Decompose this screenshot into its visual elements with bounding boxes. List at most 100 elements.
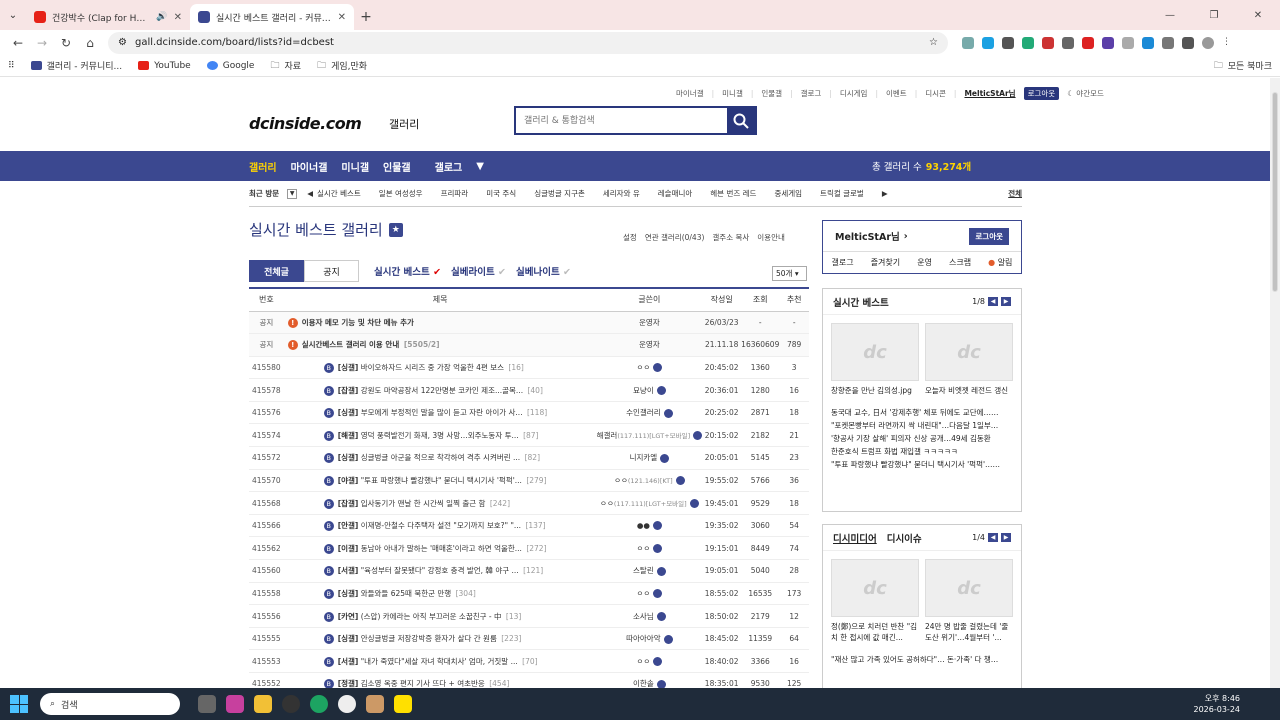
writer-name[interactable]: 소사님 xyxy=(633,612,654,621)
back-icon[interactable]: ← xyxy=(6,32,30,54)
comment-count[interactable]: [279] xyxy=(526,476,546,485)
copilot-icon[interactable] xyxy=(226,695,244,713)
tab-youtube[interactable]: 건강박수 (Clap for Health) 🔊 ✕ xyxy=(26,4,190,30)
thumbnail[interactable]: dc xyxy=(925,323,1013,381)
comment-count[interactable]: [87] xyxy=(523,431,538,440)
post-title[interactable]: 이재명-안철수 다주택자 설전 "모기까지 보호?" "... xyxy=(361,521,521,530)
table-row[interactable]: 415574 B [해갤] 영덕 풍력발전기 화재, 3명 사망…외주노동자 투..… xyxy=(249,423,809,448)
post-title[interactable]: 김소영 옥중 편지 기사 뜨다 + 여초반응 xyxy=(361,679,485,688)
user-menu[interactable]: MelticStAr님 xyxy=(964,88,1015,99)
tab-search-icon[interactable]: ⌄ xyxy=(0,0,26,30)
recent-item[interactable]: 트릭컬 글로벌 xyxy=(820,188,864,199)
nav-mini[interactable]: 미니갤 xyxy=(341,159,369,174)
download-icon[interactable] xyxy=(1142,36,1154,49)
app-icon[interactable] xyxy=(282,695,300,713)
table-row[interactable]: 415560 B [서갤] "육성부터 잘못됐다" 강정호 충격 발언, 韓 야구 … xyxy=(249,559,809,583)
top-link[interactable]: 디시콘 xyxy=(925,88,946,99)
search-button[interactable] xyxy=(727,108,755,133)
writer-name[interactable]: ㅇㅇ xyxy=(636,363,650,372)
writer-name[interactable]: 운영자 xyxy=(639,318,660,327)
chrome-icon[interactable] xyxy=(310,695,328,713)
table-row[interactable]: 415566 B [안갤] 이재명-안철수 다주택자 설전 "모기까지 보호?" "… xyxy=(249,514,809,538)
prev-arrow-icon[interactable]: ◀ xyxy=(988,297,998,306)
post-title[interactable]: 바이오하자드 시리즈 중 가장 억울한 4편 보스 xyxy=(361,363,504,372)
thumbnail[interactable]: dc xyxy=(831,323,919,381)
site-info-icon[interactable]: ⚙ xyxy=(118,37,127,48)
post-title[interactable]: "육성부터 잘못됐다" 강정호 충격 발언, 韓 야구 ... xyxy=(361,566,519,575)
reading-list-icon[interactable] xyxy=(1182,36,1194,49)
minimize-icon[interactable]: — xyxy=(1148,0,1192,30)
thumbnail[interactable]: dc xyxy=(831,559,919,617)
top-link[interactable]: 디시게임 xyxy=(840,88,868,99)
apps-icon[interactable]: ⠿ xyxy=(8,61,15,71)
table-row[interactable]: 415578 B [잡갤] 강원도 마약공장서 122만명분 코카인 제조...골목… xyxy=(249,378,809,402)
side-logout-button[interactable]: 로그아웃 xyxy=(969,227,1009,245)
tab-all[interactable]: 전체글 xyxy=(249,260,304,282)
menu-gallog[interactable]: 갤로그 xyxy=(832,257,854,268)
search-input[interactable] xyxy=(516,108,727,133)
restore-icon[interactable]: ❐ xyxy=(1192,0,1236,30)
recent-item[interactable]: 레슬매니아 xyxy=(658,188,693,199)
table-row[interactable]: 415556 B [카연] (스압) 카에라는 아직 부끄러운 소꿉친구 - 中 [… xyxy=(249,604,809,628)
comment-count[interactable]: [13] xyxy=(506,612,521,621)
tab-dcinside[interactable]: 실시간 베스트 갤러리 - 커뮤니티 ✕ xyxy=(190,4,354,30)
recent-all-link[interactable]: 전체 xyxy=(1008,188,1022,199)
post-title[interactable]: 실시간베스트 갤러리 이용 안내 xyxy=(302,340,400,349)
menu-scrap[interactable]: 스크랩 xyxy=(949,257,971,268)
favorite-star-icon[interactable]: ★ xyxy=(388,222,403,237)
best-list-item[interactable]: 동국대 교수, 日서 '강제추행' 체포 뒤에도 교단에…… xyxy=(831,406,1013,419)
table-row[interactable]: 415562 B [이갤] 동남아 아내가 말하는 '매매혼'이라고 하면 억울한.… xyxy=(249,536,809,561)
user-name[interactable]: MelticStAr님 xyxy=(835,229,900,243)
post-title[interactable]: 안싱글벙글 저장강박증 환자가 살다 간 원룸 xyxy=(361,634,497,643)
related-gallery-link[interactable]: 연관 갤러리(0/43) xyxy=(645,232,705,243)
best-link[interactable]: 실시간 베스트 ✔ xyxy=(374,264,441,278)
post-title[interactable]: 입사동기가 맨날 한 시간씩 일찍 출근 함 xyxy=(361,499,486,508)
thumb-caption[interactable]: 정(鄭)으로 치러던 반찬 "김치 한 접시에 값 매긴... xyxy=(831,621,919,643)
best-list-item[interactable]: "투표 파랑했냐 빨강했냐" 묻더니 택시기사 '퍽퍽'…… xyxy=(831,458,1013,471)
close-icon[interactable]: ✕ xyxy=(174,12,182,23)
notice-row[interactable]: 공지! 이용자 메모 기능 및 차단 메뉴 추가 운영자 26/03/23- - xyxy=(249,311,809,335)
comment-count[interactable]: [304] xyxy=(456,589,476,598)
logout-button[interactable]: 로그아웃 xyxy=(1023,87,1060,100)
comment-count[interactable]: [5505/2] xyxy=(404,340,440,349)
extension-icon[interactable] xyxy=(1102,36,1114,49)
windows-start-icon[interactable] xyxy=(10,695,28,713)
new-tab-button[interactable]: + xyxy=(354,4,378,30)
kakaotalk-icon[interactable] xyxy=(394,695,412,713)
extension-icon[interactable] xyxy=(1082,36,1094,49)
table-row[interactable]: 415553 B [서갤] "내가 죽였다"세살 자녀 학대치사' 엄마, 거짓말 … xyxy=(249,649,809,673)
recent-item[interactable]: 미국 주식 xyxy=(486,188,516,199)
writer-name[interactable]: ㅇㅇ xyxy=(614,476,628,485)
page-scrollbar[interactable] xyxy=(1270,78,1280,688)
recent-item[interactable]: 중세게임 xyxy=(774,188,802,199)
comment-count[interactable]: [82] xyxy=(525,453,540,462)
speaker-icon[interactable]: 🔊 xyxy=(156,12,167,22)
nav-gallery[interactable]: 갤러리 xyxy=(249,159,277,174)
writer-name[interactable]: 묘냥이 xyxy=(633,386,654,395)
prev-arrow-icon[interactable]: ◀ xyxy=(307,189,313,198)
writer-name[interactable]: 따아아아악 xyxy=(626,634,661,643)
nav-minor[interactable]: 마이너갤 xyxy=(291,159,328,174)
forward-icon[interactable]: → xyxy=(30,32,54,54)
top-link[interactable]: 미니갤 xyxy=(722,88,743,99)
chevron-right-icon[interactable]: › xyxy=(904,231,908,242)
home-icon[interactable]: ⌂ xyxy=(78,32,102,54)
table-row[interactable]: 415572 B [싱갤] 싱글벙글 아군을 적으로 착각하여 격추 시켜버린 ..… xyxy=(249,446,809,470)
comment-count[interactable]: [16] xyxy=(508,363,523,372)
taskview-icon[interactable] xyxy=(198,695,216,713)
guide-link[interactable]: 이용안내 xyxy=(757,232,785,243)
taskbar-search[interactable]: ⌕ 검색 xyxy=(40,693,180,715)
menu-alarm[interactable]: ● 알림 xyxy=(988,257,1012,268)
notice-row[interactable]: 공지! 실시간베스트 갤러리 이용 안내 [5505/2] 운영자 21.11.18 1… xyxy=(249,333,809,357)
comment-count[interactable]: [272] xyxy=(526,544,546,553)
next-arrow-icon[interactable]: ▶ xyxy=(882,189,888,198)
thumbnail[interactable]: dc xyxy=(925,559,1013,617)
app-icon[interactable] xyxy=(338,695,356,713)
tab-notice[interactable]: 공지 xyxy=(304,260,359,282)
best-lite-link[interactable]: 실베라이트 ✔ xyxy=(451,264,506,278)
writer-name[interactable]: ㅇㅇ xyxy=(636,544,650,553)
writer-name[interactable]: 해갤러 xyxy=(597,431,618,440)
writer-name[interactable]: ㅇㅇ xyxy=(600,499,614,508)
bookmark-star-icon[interactable]: ☆ xyxy=(929,37,938,48)
recent-item[interactable]: 프리파라 xyxy=(441,188,469,199)
